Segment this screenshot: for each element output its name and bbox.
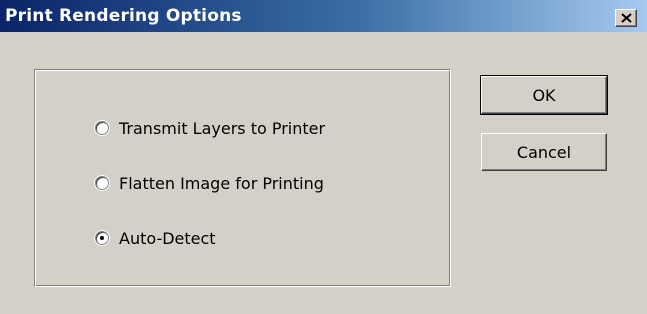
close-button[interactable] [615, 9, 637, 27]
dialog-title: Print Rendering Options [5, 6, 242, 26]
radio-auto-detect[interactable] [95, 231, 109, 245]
close-icon [621, 13, 632, 23]
cancel-button[interactable]: Cancel [481, 133, 607, 171]
ok-button[interactable]: OK [480, 75, 608, 115]
option-label: Auto-Detect [119, 228, 216, 248]
print-rendering-options-dialog: Print Rendering Options Transmit Layers … [0, 0, 647, 314]
option-auto-detect[interactable]: Auto-Detect [95, 226, 216, 250]
option-label: Transmit Layers to Printer [119, 118, 326, 138]
option-flatten-image[interactable]: Flatten Image for Printing [95, 171, 324, 195]
radio-flatten-image[interactable] [95, 176, 109, 190]
title-bar[interactable]: Print Rendering Options [0, 0, 647, 32]
option-transmit-layers[interactable]: Transmit Layers to Printer [95, 116, 325, 140]
radio-transmit-layers[interactable] [95, 121, 109, 135]
option-label: Flatten Image for Printing [119, 173, 324, 193]
